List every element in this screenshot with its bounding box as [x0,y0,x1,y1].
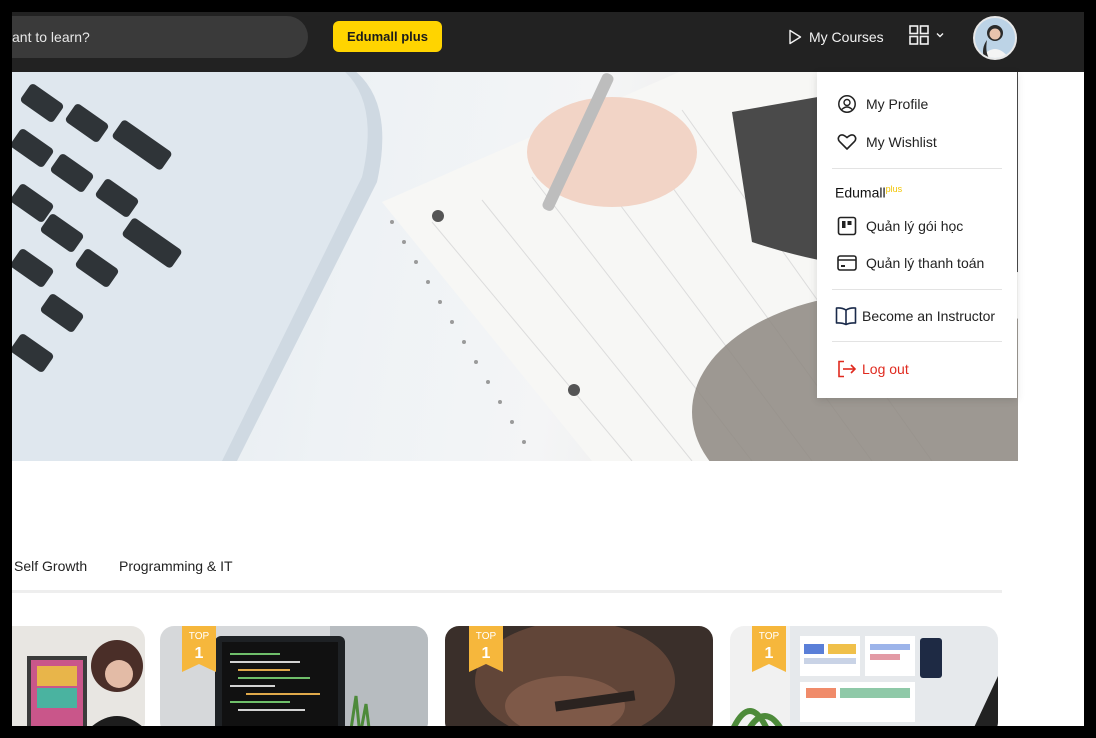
menu-item-logout[interactable]: Log out [837,360,909,378]
menu-label: Log out [862,361,909,377]
badge-text: TOP [189,631,210,642]
top-navigation-bar: Edumall plus My Courses [12,12,1084,72]
menu-item-manage-courses[interactable]: Quản lý gói học [837,216,963,236]
course-card[interactable]: TOP 1 [445,626,713,726]
user-circle-icon [838,95,856,113]
course-thumbnail [12,626,145,726]
user-dropdown-menu: My Profile My Wishlist Edumallplus Quản … [817,72,1017,398]
ribbon-icon: TOP 1 [469,626,503,672]
tab-programming-it[interactable]: Programming & IT [119,558,233,574]
top-rank-badge: TOP 1 [752,626,786,674]
grid-icon [909,25,929,45]
tabs-divider [12,590,1002,593]
chevron-down-icon [936,33,944,38]
badge-text: TOP [759,631,780,642]
menu-divider [832,289,1002,290]
edumall-plus-button[interactable]: Edumall plus [333,21,442,52]
plus-superscript: plus [885,184,903,194]
menu-label: Quản lý gói học [866,218,964,234]
credit-card-icon [837,255,857,271]
tab-self-growth[interactable]: Self Growth [14,558,87,574]
menu-item-become-instructor[interactable]: Become an Instructor [835,306,995,326]
edumall-plus-logo: Edumallplus [835,184,902,201]
my-courses-label: My Courses [809,29,884,45]
user-avatar[interactable] [973,16,1017,60]
my-courses-link[interactable]: My Courses [787,26,884,48]
badge-rank: 1 [765,645,774,662]
heart-icon [837,134,857,150]
app-frame: Edumall plus My Courses [12,12,1084,726]
course-card[interactable]: TOP 1 [160,626,428,726]
apps-menu-button[interactable] [908,24,945,46]
menu-item-my-wishlist[interactable]: My Wishlist [837,133,937,151]
open-book-icon [835,307,857,326]
menu-label: Become an Instructor [862,308,996,324]
menu-item-my-profile[interactable]: My Profile [837,94,928,114]
menu-label: My Profile [866,96,929,112]
avatar-image [975,18,1015,58]
top-rank-badge: TOP 1 [182,626,216,674]
course-card[interactable] [12,626,145,726]
ribbon-icon: TOP 1 [752,626,786,672]
menu-divider [832,168,1002,169]
badge-rank: 1 [482,645,491,662]
course-card[interactable]: TOP 1 [730,626,998,726]
ribbon-icon: TOP 1 [182,626,216,672]
menu-item-manage-payments[interactable]: Quản lý thanh toán [837,254,984,272]
menu-divider [832,341,1002,342]
course-package-icon [837,216,857,236]
top-rank-badge: TOP 1 [469,626,503,674]
play-icon [789,29,802,45]
search-input[interactable] [12,16,308,58]
badge-rank: 1 [195,645,204,662]
badge-text: TOP [476,631,497,642]
menu-label: Quản lý thanh toán [866,255,985,271]
edumall-brand: Edumall [835,184,886,201]
menu-label: My Wishlist [866,134,937,150]
logout-icon [838,360,857,378]
